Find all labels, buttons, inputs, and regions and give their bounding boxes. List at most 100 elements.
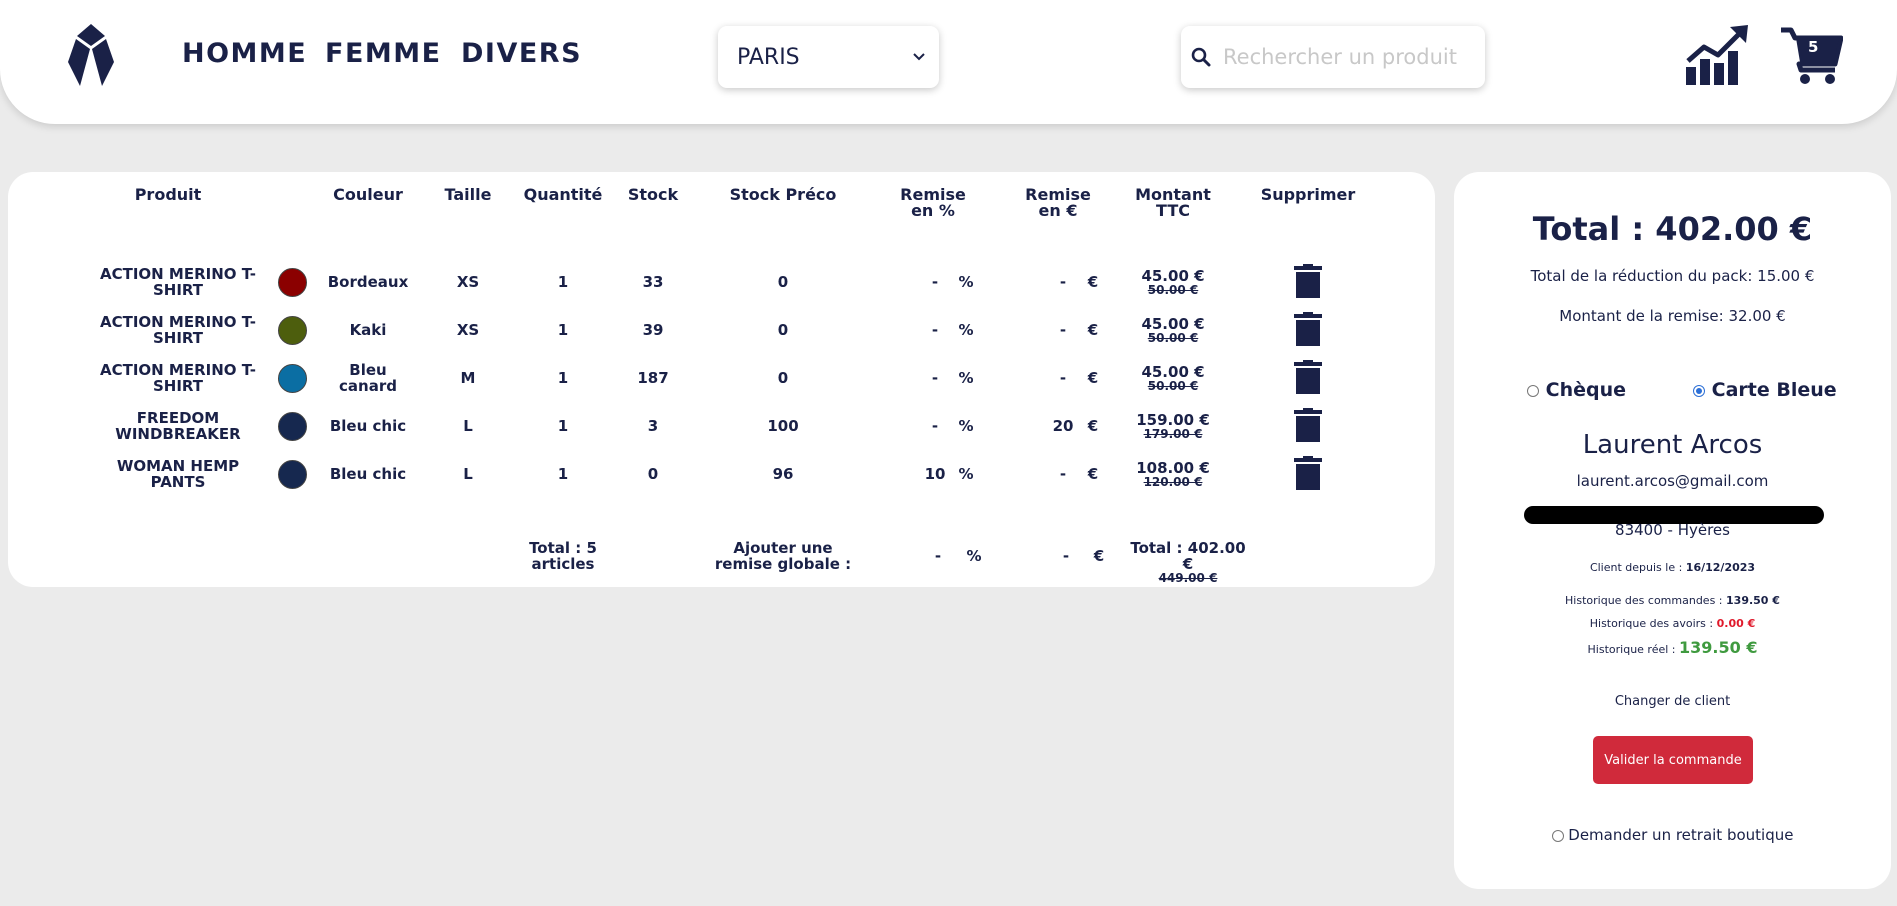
radio-card[interactable]	[1693, 384, 1705, 397]
discount-pct-input[interactable]: -	[922, 418, 948, 434]
validate-order-button[interactable]: Valider la commande	[1593, 736, 1753, 784]
color-swatch	[278, 364, 307, 393]
discount-eur-input[interactable]: -	[1050, 370, 1076, 386]
product-color: Bleu chic	[329, 417, 407, 435]
credits-history: Historique des avoirs : 0.00 €	[1454, 617, 1891, 630]
discount-pct-input[interactable]: -	[922, 274, 948, 290]
trash-icon[interactable]	[1294, 408, 1322, 442]
discount-eur-unit: €	[1087, 273, 1099, 291]
product-size: L	[463, 465, 473, 483]
discount-pct-unit: %	[958, 321, 974, 339]
client-since: Client depuis le : 16/12/2023	[1454, 561, 1891, 574]
product-color: Bleu chic	[329, 465, 407, 483]
product-stock: 0	[647, 465, 659, 483]
product-color: Kaki	[349, 321, 387, 339]
global-discount-eur-input[interactable]: -	[1056, 548, 1076, 564]
discount-eur-unit: €	[1087, 321, 1099, 339]
store-pickup-label: Demander un retrait boutique	[1568, 826, 1794, 844]
client-since-label: Client depuis le :	[1589, 561, 1683, 574]
pack-reduction: Total de la réduction du pack: 15.00 €	[1530, 267, 1815, 285]
col-header-stock: Stock	[627, 185, 679, 204]
discount-pct-unit: %	[958, 417, 974, 435]
product-price: 45.00 €50.00 €	[1133, 268, 1213, 297]
payment-cheque[interactable]: Chèque	[1527, 379, 1626, 401]
product-name: ACTION MERINO T-SHIRT	[99, 361, 257, 395]
product-name: ACTION MERINO T-SHIRT	[99, 313, 257, 347]
discount-pct-unit: %	[958, 273, 974, 291]
product-quantity[interactable]: 1	[508, 418, 618, 434]
discount-eur-input[interactable]: -	[1050, 322, 1076, 338]
orders-history-value: 139.50 €	[1726, 594, 1780, 607]
client-email: laurent.arcos@gmail.com	[1576, 472, 1769, 490]
product-quantity[interactable]: 1	[508, 466, 618, 482]
nav-homme[interactable]: HOMME	[182, 38, 307, 69]
search-box[interactable]	[1181, 26, 1485, 88]
store-select[interactable]: PARIS	[718, 26, 939, 88]
client-city: 83400 - Hyères	[1615, 521, 1730, 539]
discount-eur-unit: €	[1087, 417, 1099, 435]
col-header-product: Produit	[134, 185, 202, 204]
discount-eur-unit: €	[1087, 369, 1099, 387]
col-header-discount-eur: Remise en €	[1025, 185, 1091, 220]
trash-icon[interactable]	[1294, 312, 1322, 346]
product-name: ACTION MERINO T-SHIRT	[99, 265, 257, 299]
trash-icon[interactable]	[1294, 264, 1322, 298]
discount-pct-input[interactable]: -	[922, 370, 948, 386]
order-summary: Total : 402.00 € Total de la réduction d…	[1454, 172, 1891, 889]
trash-icon[interactable]	[1294, 456, 1322, 490]
product-quantity[interactable]: 1	[508, 274, 618, 290]
change-client-link[interactable]: Changer de client	[1454, 694, 1891, 709]
product-size: L	[463, 417, 473, 435]
global-discount-eur-unit: €	[1093, 547, 1105, 565]
product-size: M	[460, 369, 476, 387]
discount-eur-input[interactable]: 20	[1050, 418, 1076, 434]
product-name: FREEDOM WINDBREAKER	[115, 409, 241, 443]
product-stock: 39	[642, 321, 664, 339]
color-swatch	[278, 268, 307, 297]
product-quantity[interactable]: 1	[508, 370, 618, 386]
product-price-old: 120.00 €	[1143, 475, 1203, 489]
product-price: 45.00 €50.00 €	[1133, 316, 1213, 345]
col-header-discount-pct: Remise en %	[900, 185, 966, 220]
product-stock-preco: 0	[777, 321, 789, 339]
col-header-quantity: Quantité	[523, 185, 603, 204]
product-quantity[interactable]: 1	[508, 322, 618, 338]
top-bar: HOMME FEMME DIVERS PARIS 5	[0, 0, 1897, 124]
orders-history-label: Historique des commandes :	[1565, 594, 1723, 607]
discount-pct-input[interactable]: -	[922, 322, 948, 338]
global-discount-pct-unit: %	[966, 547, 982, 565]
radio-store-pickup[interactable]	[1551, 829, 1564, 842]
payment-card-label: Carte Bleue	[1711, 379, 1837, 401]
credits-history-label: Historique des avoirs :	[1589, 617, 1714, 630]
product-stock-preco: 0	[777, 273, 789, 291]
product-price: 45.00 €50.00 €	[1133, 364, 1213, 393]
trash-icon[interactable]	[1294, 360, 1322, 394]
nav-femme[interactable]: FEMME	[325, 38, 442, 69]
product-size: XS	[456, 321, 480, 339]
product-price-old: 179.00 €	[1143, 427, 1203, 441]
product-name: WOMAN HEMP PANTS	[116, 457, 240, 491]
orders-history: Historique des commandes : 139.50 €	[1454, 594, 1891, 607]
product-color: Bordeaux	[327, 273, 409, 291]
cart-total-value: Total : 402.00 €	[1130, 539, 1246, 573]
global-discount-pct-input[interactable]: -	[928, 548, 948, 564]
store-pickup-option[interactable]: Demander un retrait boutique	[1454, 826, 1891, 844]
product-price: 108.00 €120.00 €	[1133, 460, 1213, 489]
product-stock: 187	[637, 369, 669, 387]
payment-card[interactable]: Carte Bleue	[1693, 379, 1837, 401]
product-price: 159.00 €179.00 €	[1133, 412, 1213, 441]
global-discount-label: Ajouter une remise globale :	[714, 539, 852, 573]
search-input[interactable]	[1221, 44, 1475, 70]
product-price-old: 50.00 €	[1147, 379, 1199, 393]
brand-logo-icon[interactable]	[68, 24, 114, 86]
cart-count-badge: 5	[1808, 38, 1819, 56]
real-history: Historique réel : 139.50 €	[1454, 638, 1891, 657]
radio-cheque[interactable]	[1527, 384, 1539, 397]
discount-pct-input[interactable]: 10	[922, 466, 948, 482]
discount-eur-input[interactable]: -	[1050, 466, 1076, 482]
client-since-date: 16/12/2023	[1685, 561, 1756, 574]
color-swatch	[278, 460, 307, 489]
stats-chart-icon[interactable]	[1684, 25, 1750, 85]
discount-eur-input[interactable]: -	[1050, 274, 1076, 290]
nav-divers[interactable]: DIVERS	[461, 38, 582, 69]
